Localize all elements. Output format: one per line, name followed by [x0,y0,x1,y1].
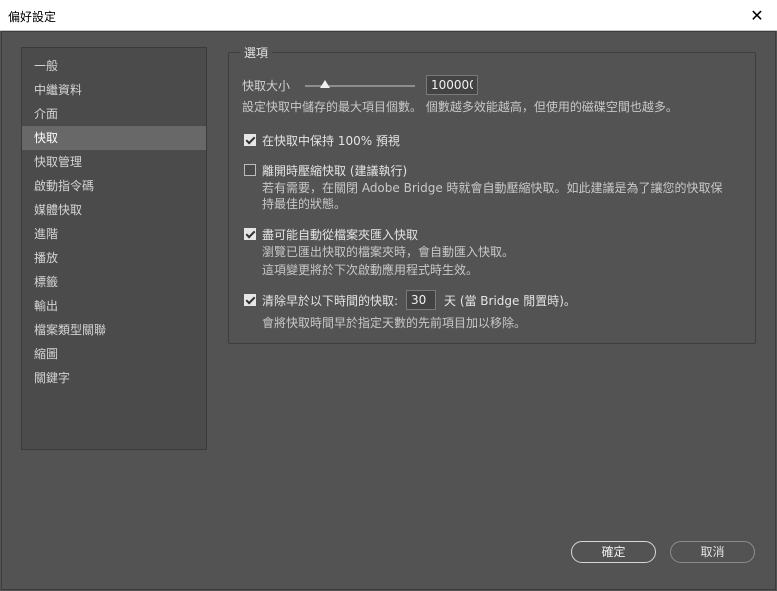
compress-cache-checkbox[interactable] [244,164,256,176]
purge-days-input[interactable] [406,290,436,310]
compress-cache-desc-line2: 持最佳的狀態。 [262,197,347,211]
sidebar-item[interactable]: 快取 [22,126,206,150]
close-icon[interactable]: ✕ [737,0,777,30]
keep-preview-checkbox[interactable] [244,134,256,146]
purge-cache-checkbox[interactable] [244,294,256,306]
sidebar-item[interactable]: 縮圖 [22,342,206,366]
sidebar-item[interactable]: 關鍵字 [22,366,206,390]
ok-button[interactable]: 確定 [571,541,656,563]
sidebar-item[interactable]: 媒體快取 [22,198,206,222]
sidebar-item[interactable]: 快取管理 [22,150,206,174]
title-bar: 偏好設定 ✕ [0,0,777,31]
auto-import-checkbox[interactable] [244,228,256,240]
auto-import-desc-line2: 這項變更將於下次啟動應用程式時生效。 [262,263,479,277]
auto-import-label[interactable]: 盡可能自動從檔案夾匯入快取 [262,226,418,243]
sidebar-item[interactable]: 輸出 [22,294,206,318]
compress-cache-label[interactable]: 離開時壓縮快取 (建議執行) [262,162,407,179]
keep-preview-label[interactable]: 在快取中保持 100% 預視 [262,132,400,149]
sidebar-item[interactable]: 標籤 [22,270,206,294]
cache-size-input[interactable] [426,75,478,95]
purge-cache-label[interactable]: 清除早於以下時間的快取: [262,292,398,309]
cache-size-description: 設定快取中儲存的最大項目個數。 個數越多效能越高，但使用的磁碟空間也越多。 [242,100,678,114]
purge-cache-description: 會將快取時間早於指定天數的先前項目加以移除。 [262,316,527,330]
sidebar-item[interactable]: 介面 [22,102,206,126]
options-group-title: 選項 [240,44,273,61]
cache-size-slider-thumb[interactable] [319,80,330,88]
preferences-sidebar: 一般 中繼資料 介面 快取 快取管理 啟動指令碼 媒體快取 進階 播放 標籤 輸出 檔案類型關聯 縮圖關… [21,47,207,450]
auto-import-desc-line1: 瀏覽已匯出快取的檔案夾時，會自動匯入快取。 [262,245,515,259]
sidebar-item[interactable]: 一般 [22,54,206,78]
sidebar-item[interactable]: 播放 [22,246,206,270]
sidebar-item[interactable]: 檔案類型關聯 [22,318,206,342]
sidebar-item[interactable]: 中繼資料 [22,78,206,102]
compress-cache-desc-line1: 若有需要，在關閉 Adobe Bridge 時就會自動壓縮快取。如此建議是為了讓… [262,181,723,195]
cache-size-label: 快取大小 [242,79,291,93]
purge-days-suffix: 天 (當 Bridge 閒置時)。 [444,294,576,308]
sidebar-item[interactable]: 啟動指令碼 [22,174,206,198]
window-title: 偏好設定 [8,10,57,24]
cancel-button[interactable]: 取消 [670,541,755,563]
sidebar-item[interactable]: 進階 [22,222,206,246]
